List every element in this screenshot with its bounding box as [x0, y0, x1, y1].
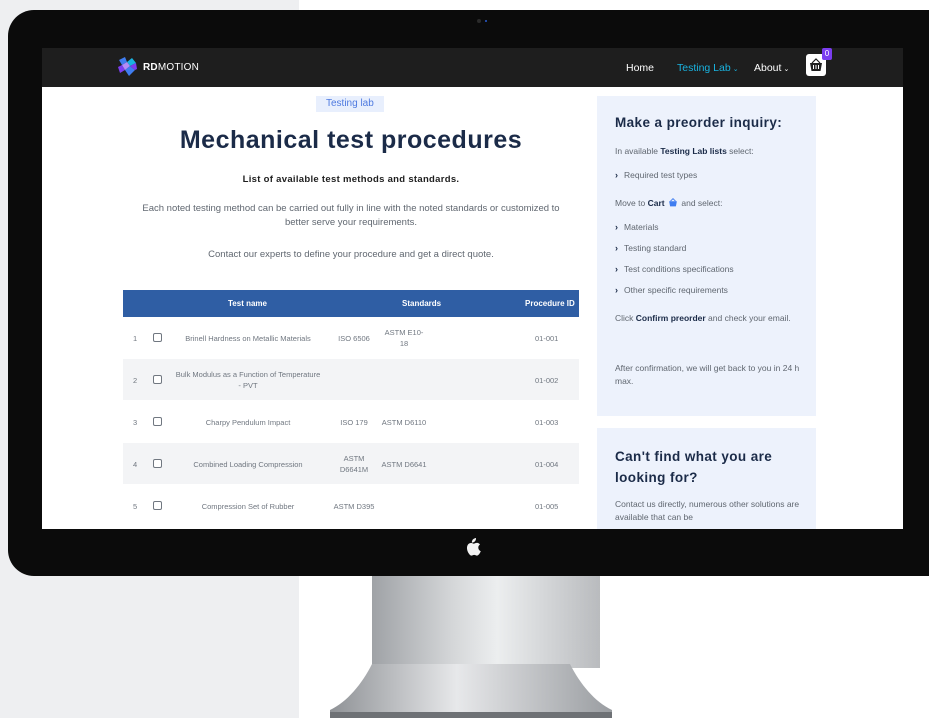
row-checkbox[interactable]	[153, 333, 162, 342]
basket-icon	[669, 198, 677, 207]
preorder-item: › Test conditions specifications	[615, 264, 734, 274]
contact-paragraph: Contact our experts to define your proce…	[208, 249, 494, 260]
preorder-confirm: Click Confirm preorder and check your em…	[615, 313, 791, 323]
page-title: Mechanical test procedures	[179, 126, 523, 154]
preorder-title: Make a preorder inquiry:	[615, 115, 783, 130]
camera-icon	[477, 19, 481, 23]
row-standard-iso: ISO 6506	[338, 333, 370, 343]
row-standard-astm	[381, 485, 427, 527]
row-standard-astm: ASTM E10-18	[384, 328, 424, 348]
nav-about[interactable]: About ⌄	[754, 62, 789, 74]
preorder-item: › Materials	[615, 222, 659, 232]
header-standards: Standards	[402, 299, 442, 308]
intro-paragraph: Each noted testing method can be carried…	[142, 203, 560, 228]
preorder-after: After confirmation, we will get back to …	[615, 363, 800, 386]
test-procedures-table: Test name Standards Procedure ID 1 Brine…	[123, 290, 579, 527]
preorder-intro: In available Testing Lab lists select:	[615, 146, 754, 156]
chevron-down-icon: ⌄	[783, 66, 790, 73]
monitor-stand-base	[330, 664, 612, 718]
row-checkbox[interactable]	[153, 501, 162, 510]
page-subtitle: List of available test methods and stand…	[242, 174, 460, 185]
preorder-item: › Testing standard	[615, 243, 687, 253]
row-number: 5	[133, 502, 138, 511]
table-row: 4 Combined Loading Compression ASTM D664…	[123, 443, 579, 485]
chevron-right-icon: ›	[615, 222, 618, 232]
row-number: 1	[133, 334, 138, 343]
row-test-name: Brinell Hardness on Metallic Materials	[185, 333, 311, 343]
row-checkbox[interactable]	[153, 459, 162, 468]
website-screen: RDMOTION Home Testing Lab ⌄ About ⌄ 0 Test…	[42, 48, 903, 529]
row-test-name: Combined Loading Compression	[193, 459, 303, 469]
apple-logo-icon	[466, 538, 481, 556]
preorder-item: › Other specific requirements	[615, 285, 728, 295]
row-procedure-id: 01-003	[535, 418, 559, 427]
row-procedure-id: 01-001	[535, 334, 559, 343]
header-procedure-id: Procedure ID	[525, 299, 575, 308]
row-standard-iso	[329, 359, 379, 401]
section-tag: Testing lab	[316, 96, 384, 112]
header-test-name: Test name	[228, 299, 267, 308]
chevron-right-icon: ›	[615, 243, 618, 253]
row-test-name: Compression Set of Rubber	[201, 501, 295, 511]
camera-led-icon	[485, 20, 487, 22]
row-checkbox[interactable]	[153, 375, 162, 384]
row-test-name: Bulk Modulus as a Function of Temperatur…	[175, 370, 321, 390]
cart-count-badge: 0	[822, 48, 832, 60]
row-number: 3	[133, 418, 138, 427]
nav-home[interactable]: Home	[626, 62, 654, 74]
row-standard-iso: ASTM D395	[333, 501, 375, 511]
row-standard-astm: ASTM D6641	[381, 459, 427, 469]
table-row: 5 Compression Set of Rubber ASTM D395 01…	[123, 485, 579, 527]
chevron-right-icon: ›	[615, 285, 618, 295]
table-row: 3 Charpy Pendulum Impact ISO 179 ASTM D6…	[123, 401, 579, 443]
chevron-right-icon: ›	[615, 264, 618, 274]
rdmotion-logo-icon[interactable]	[116, 56, 138, 78]
row-standard-iso: ISO 179	[340, 417, 368, 427]
monitor-stand-neck	[372, 576, 600, 668]
row-test-name: Charpy Pendulum Impact	[205, 417, 291, 427]
table-header: Test name Standards Procedure ID	[123, 290, 579, 317]
row-procedure-id: 01-002	[535, 376, 559, 385]
table-row: 2 Bulk Modulus as a Function of Temperat…	[123, 359, 579, 401]
top-navbar: RDMOTION Home Testing Lab ⌄ About ⌄ 0	[42, 48, 903, 87]
cant-find-panel: Can't find what you are looking for? Con…	[597, 428, 816, 529]
row-number: 4	[133, 460, 138, 469]
chevron-right-icon: ›	[615, 170, 618, 180]
row-standard-iso: ASTM D6641M	[339, 454, 369, 474]
table-row: 1 Brinell Hardness on Metallic Materials…	[123, 317, 579, 359]
row-number: 2	[133, 376, 138, 385]
preorder-move-to-cart: Move to Cart and select:	[615, 198, 723, 208]
row-procedure-id: 01-004	[535, 460, 559, 469]
row-checkbox[interactable]	[153, 417, 162, 426]
row-standard-astm: ASTM D6110	[381, 417, 427, 427]
row-standard-astm	[381, 359, 427, 401]
cant-find-title: Can't find what you are looking for?	[615, 449, 773, 485]
preorder-panel: Make a preorder inquiry: In available Te…	[597, 96, 816, 416]
row-procedure-id: 01-005	[535, 502, 559, 511]
basket-icon	[810, 58, 822, 71]
cant-find-text: Contact us directly, numerous other solu…	[615, 499, 800, 522]
preorder-item: › Required test types	[615, 170, 698, 180]
brand-name[interactable]: RDMOTION	[143, 62, 199, 73]
nav-testing-lab[interactable]: Testing Lab ⌄	[677, 62, 739, 74]
chevron-down-icon: ⌄	[732, 66, 739, 73]
